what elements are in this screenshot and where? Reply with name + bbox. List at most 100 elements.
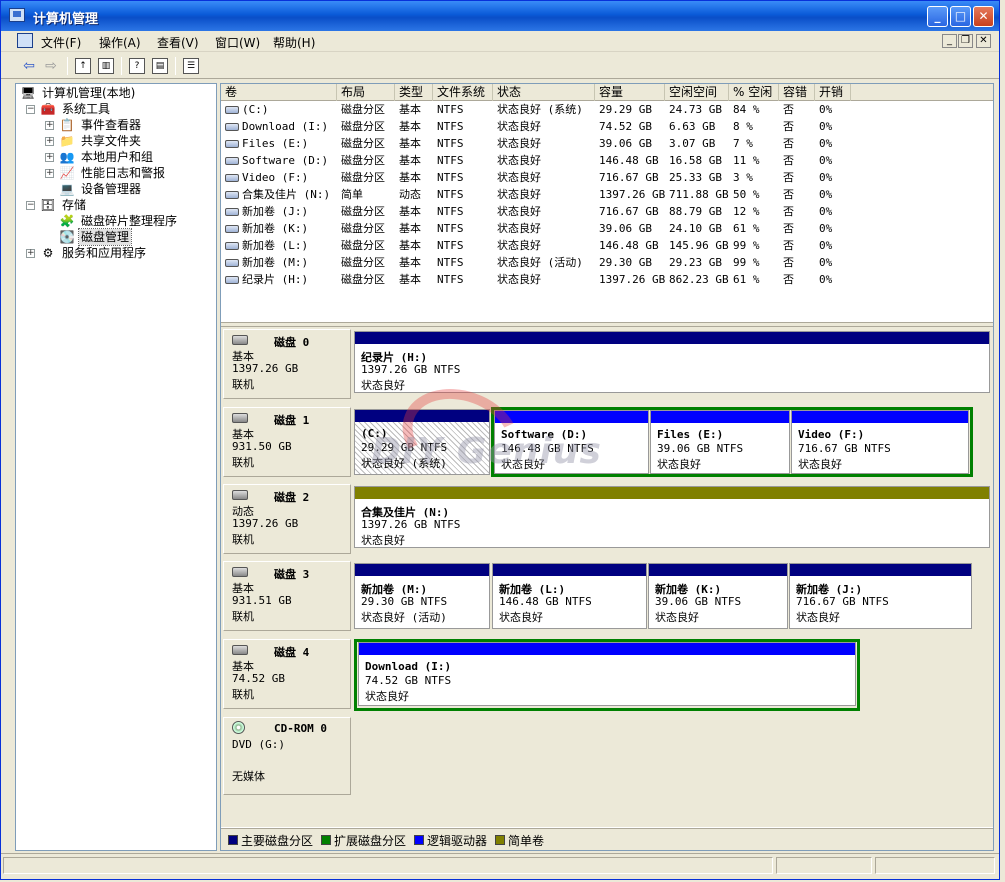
menu-action[interactable]: 操作(A)	[99, 34, 141, 51]
volume-cell-text: 基本	[399, 239, 421, 252]
partition-block[interactable]: Download (I:) 74.52 GB NTFS 状态良好	[358, 642, 856, 706]
expand-icon[interactable]: +	[45, 121, 54, 130]
volume-cell-text: 磁盘分区	[341, 137, 385, 150]
column-header-capacity[interactable]: 容量	[595, 84, 665, 101]
menu-window[interactable]: 窗口(W)	[215, 34, 260, 51]
expand-icon[interactable]: +	[45, 153, 54, 162]
partition-block[interactable]: 新加卷 (M:) 29.30 GB NTFS 状态良好 (活动)	[354, 563, 490, 629]
title-bar[interactable]: 计算机管理 _ □ ✕	[1, 1, 999, 31]
volume-cell: 0%	[815, 237, 851, 254]
column-header-volume[interactable]: 卷	[221, 84, 337, 101]
partition-type-bar	[355, 564, 489, 576]
volume-cell-text: 否	[783, 222, 794, 235]
partition-block[interactable]: Files (E:) 39.06 GB NTFS 状态良好	[650, 410, 790, 474]
mdi-restore-button[interactable]: ❐	[958, 34, 973, 48]
forward-arrow-icon[interactable]: ⇨	[43, 58, 59, 74]
column-header-free-space[interactable]: 空闲空间	[665, 84, 729, 101]
expand-icon[interactable]: +	[45, 169, 54, 178]
partition-size: 39.06 GB NTFS	[657, 442, 744, 455]
volume-cell: 11 %	[729, 152, 779, 169]
disk-label[interactable]: 磁盘 4 基本 74.52 GB 联机	[223, 639, 351, 709]
performance-icon: 📈	[59, 166, 75, 180]
partition-status: 状态良好	[361, 379, 405, 392]
disk-label[interactable]: CD-ROM 0 DVD (G:) 无媒体	[223, 717, 351, 795]
volume-cell: NTFS	[433, 203, 493, 220]
disk-label[interactable]: 磁盘 3 基本 931.51 GB 联机	[223, 561, 351, 631]
disk-label[interactable]: 磁盘 0 基本 1397.26 GB 联机	[223, 329, 351, 399]
disk-label[interactable]: 磁盘 1 基本 931.50 GB 联机	[223, 407, 351, 477]
volume-cell: 磁盘分区	[337, 203, 395, 220]
menu-file[interactable]: 文件(F)	[41, 34, 81, 51]
volume-cell: 24.73 GB	[665, 101, 729, 118]
partition-block[interactable]: 新加卷 (J:) 716.67 GB NTFS 状态良好	[789, 563, 972, 629]
tree-item-label: 磁盘碎片整理程序	[81, 214, 178, 228]
show-hide-action-pane-icon[interactable]: ▤	[152, 58, 168, 74]
status-pane-main	[3, 857, 773, 874]
volume-cell-text: 146.48 GB	[599, 239, 659, 252]
column-header-overhead[interactable]: 开销	[815, 84, 851, 101]
volume-cell-text: 50 %	[733, 188, 760, 201]
volume-cell-text: NTFS	[437, 205, 464, 218]
disk-row: 磁盘 0 基本 1397.26 GB 联机 纪录片 (H:) 1397.26 GB NTF…	[221, 327, 993, 399]
volume-row[interactable]: Software (D:) 磁盘分区 基本 NTFS 状态良好 146.48 GB 16.5…	[221, 152, 861, 169]
volume-row[interactable]: 新加卷 (K:) 磁盘分区 基本 NTFS 状态良好 39.06 GB 24.10 GB 61…	[221, 220, 861, 237]
column-header-filesystem[interactable]: 文件系统	[433, 84, 493, 101]
mdi-minimize-button[interactable]: _	[942, 34, 957, 48]
expand-icon[interactable]: +	[45, 137, 54, 146]
volume-row[interactable]: Video (F:) 磁盘分区 基本 NTFS 状态良好 716.67 GB 25.33 G…	[221, 169, 861, 186]
expand-icon[interactable]: +	[26, 249, 35, 258]
app-menu-icon[interactable]	[17, 33, 33, 48]
volume-row[interactable]: 新加卷 (M:) 磁盘分区 基本 NTFS 状态良好 (活动) 29.30 GB 29.23…	[221, 254, 861, 271]
partition-block[interactable]: Video (F:) 716.67 GB NTFS 状态良好	[791, 410, 969, 474]
show-hide-tree-icon[interactable]: ▥	[98, 58, 114, 74]
collapse-icon[interactable]: −	[26, 105, 35, 114]
minimize-button[interactable]: _	[927, 6, 948, 27]
volume-row[interactable]: 合集及佳片 (N:) 简单 动态 NTFS 状态良好 1397.26 GB 711.88 G…	[221, 186, 861, 203]
volume-cell: 716.67 GB	[595, 169, 665, 186]
partition-block[interactable]: 纪录片 (H:) 1397.26 GB NTFS 状态良好	[354, 331, 990, 393]
partition-block[interactable]: 合集及佳片 (N:) 1397.26 GB NTFS 状态良好	[354, 486, 990, 548]
disk-name: 磁盘 0	[274, 336, 310, 349]
partition-block[interactable]: (C:) 29.29 GB NTFS 状态良好 (系统)	[354, 409, 490, 475]
back-arrow-icon[interactable]: ⇦	[21, 58, 37, 74]
volume-cell: 否	[779, 152, 815, 169]
volume-row[interactable]: 新加卷 (J:) 磁盘分区 基本 NTFS 状态良好 716.67 GB 88.79 GB 1…	[221, 203, 861, 220]
volume-cell: 磁盘分区	[337, 271, 395, 288]
properties-icon[interactable]: ☰	[183, 58, 199, 74]
volume-row[interactable]: Download (I:) 磁盘分区 基本 NTFS 状态良好 74.52 GB 6.63 …	[221, 118, 861, 135]
volume-cell: 基本	[395, 271, 433, 288]
volume-cell: Download (I:)	[221, 118, 337, 135]
volume-row[interactable]: 新加卷 (L:) 磁盘分区 基本 NTFS 状态良好 146.48 GB 145.96 GB…	[221, 237, 861, 254]
volume-cell: 50 %	[729, 186, 779, 203]
volume-cell: 基本	[395, 152, 433, 169]
partition-block[interactable]: 新加卷 (K:) 39.06 GB NTFS 状态良好	[648, 563, 788, 629]
maximize-button[interactable]: □	[950, 6, 971, 27]
volume-cell: 3.07 GB	[665, 135, 729, 152]
column-header-fault-tolerance[interactable]: 容错	[779, 84, 815, 101]
tree-item-label: 性能日志和警报	[81, 166, 166, 180]
mdi-close-button[interactable]: ✕	[976, 34, 991, 48]
help-icon[interactable]: ?	[129, 58, 145, 74]
menu-help[interactable]: 帮助(H)	[273, 34, 315, 51]
volume-cell-text: 基本	[399, 103, 421, 116]
up-folder-icon[interactable]: ↑	[75, 58, 91, 74]
volume-cell-text: 24.73 GB	[669, 103, 722, 116]
partition-block[interactable]: Software (D:) 146.48 GB NTFS 状态良好	[494, 410, 649, 474]
volume-row[interactable]: Files (E:) 磁盘分区 基本 NTFS 状态良好 39.06 GB 3.07 GB 7…	[221, 135, 861, 152]
close-button[interactable]: ✕	[973, 6, 994, 27]
disk-label[interactable]: 磁盘 2 动态 1397.26 GB 联机	[223, 484, 351, 554]
volume-cell-text: 否	[783, 137, 794, 150]
menu-view[interactable]: 查看(V)	[157, 34, 199, 51]
column-header-status[interactable]: 状态	[493, 84, 595, 101]
volume-cell: 磁盘分区	[337, 135, 395, 152]
volume-icon	[225, 191, 239, 199]
cdrom-icon	[232, 721, 245, 734]
volume-row[interactable]: (C:) 磁盘分区 基本 NTFS 状态良好 (系统) 29.29 GB 24.73 GB 8…	[221, 101, 861, 118]
column-header-layout[interactable]: 布局	[337, 84, 395, 101]
partition-block[interactable]: 新加卷 (L:) 146.48 GB NTFS 状态良好	[492, 563, 647, 629]
column-header-type[interactable]: 类型	[395, 84, 433, 101]
volume-cell-text: 基本	[399, 205, 421, 218]
collapse-icon[interactable]: −	[26, 201, 35, 210]
column-header-percent-free[interactable]: % 空闲	[729, 84, 779, 101]
volume-row[interactable]: 纪录片 (H:) 磁盘分区 基本 NTFS 状态良好 1397.26 GB 862.23 G…	[221, 271, 861, 288]
